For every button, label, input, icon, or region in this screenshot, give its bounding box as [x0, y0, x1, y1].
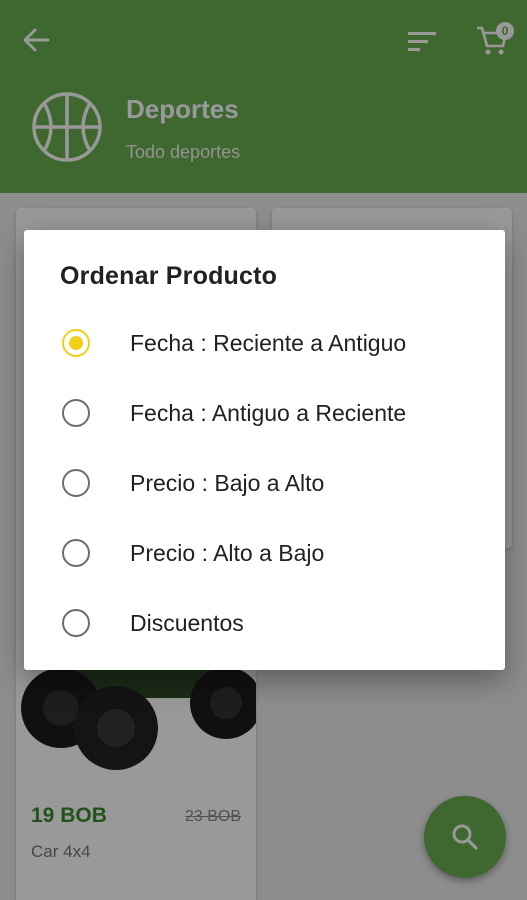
sort-option-date-oldest[interactable]: Fecha : Antiguo a Reciente — [24, 382, 505, 444]
sort-option-label: Precio : Bajo a Alto — [130, 470, 325, 496]
radio-button[interactable] — [62, 539, 90, 567]
sort-option-label: Precio : Alto a Bajo — [130, 540, 325, 566]
radio-button[interactable] — [62, 329, 90, 357]
sort-option-label: Fecha : Reciente a Antiguo — [130, 330, 407, 356]
sort-option-price-high-low[interactable]: Precio : Alto a Bajo — [24, 522, 505, 584]
sort-option-price-low-high[interactable]: Precio : Bajo a Alto — [24, 452, 505, 514]
sort-option-label: Fecha : Antiguo a Reciente — [130, 400, 407, 426]
radio-button[interactable] — [62, 609, 90, 637]
radio-button[interactable] — [62, 469, 90, 497]
radio-button[interactable] — [62, 399, 90, 427]
dialog-title: Ordenar Producto — [60, 262, 278, 290]
sort-option-date-newest[interactable]: Fecha : Reciente a Antiguo — [24, 312, 505, 374]
sort-dialog: Ordenar Producto Fecha : Reciente a Anti… — [24, 230, 505, 670]
sort-option-discounts[interactable]: Discuentos — [24, 592, 505, 654]
sort-option-label: Discuentos — [130, 610, 244, 636]
